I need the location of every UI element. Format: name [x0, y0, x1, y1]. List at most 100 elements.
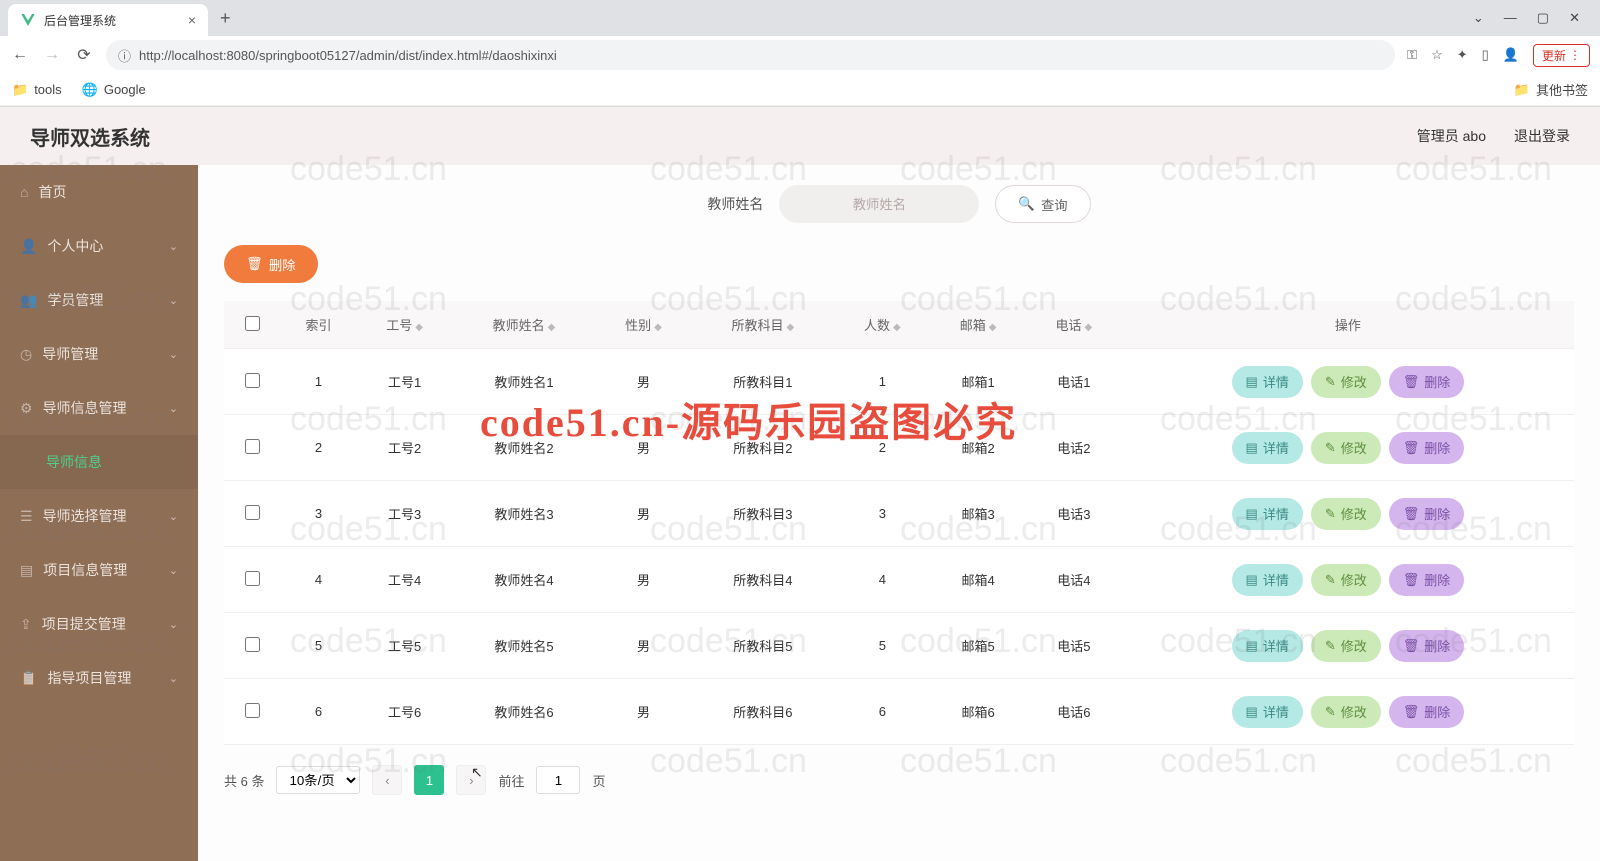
page-1-button[interactable]: 1 — [414, 765, 444, 795]
reader-icon[interactable]: ▯ — [1482, 47, 1489, 63]
edit-button[interactable]: ✎修改 — [1311, 498, 1381, 530]
close-window-icon[interactable]: ✕ — [1569, 10, 1580, 26]
sort-icon: ◆ — [548, 322, 556, 333]
sidebar-item-个人中心[interactable]: 👤个人中心⌄ — [0, 219, 198, 273]
logout-link[interactable]: 退出登录 — [1514, 126, 1570, 146]
col-header[interactable]: 电话◆ — [1026, 301, 1122, 349]
cell-idx: 3 — [280, 481, 356, 547]
prev-page-button[interactable]: ‹ — [372, 765, 402, 795]
star-icon[interactable]: ☆ — [1431, 47, 1443, 63]
browser-tab[interactable]: 后台管理系统 × — [8, 4, 208, 36]
search-input[interactable] — [779, 185, 979, 223]
maximize-icon[interactable]: ▢ — [1537, 10, 1549, 26]
forward-button[interactable]: → — [42, 46, 62, 64]
address-bar: ← → ⟳ ⓘ http://localhost:8080/springboot… — [0, 36, 1600, 74]
tab-title: 后台管理系统 — [44, 12, 180, 29]
next-page-button[interactable]: › — [456, 765, 486, 795]
cell-subject: 所教科目5 — [691, 613, 834, 679]
sidebar-item-导师管理[interactable]: ◷导师管理⌄ — [0, 327, 198, 381]
sidebar-item-首页[interactable]: ⌂首页 — [0, 165, 198, 219]
row-checkbox[interactable] — [245, 637, 260, 652]
query-button[interactable]: 🔍 查询 — [995, 185, 1090, 223]
cell-subject: 所教科目3 — [691, 481, 834, 547]
new-tab-button[interactable]: + — [220, 8, 231, 29]
row-checkbox[interactable] — [245, 505, 260, 520]
col-header[interactable]: 工号◆ — [357, 301, 453, 349]
detail-button[interactable]: ▤详情 — [1232, 630, 1303, 662]
col-header[interactable]: 性别◆ — [596, 301, 692, 349]
sidebar-item-导师信息[interactable]: 导师信息 — [0, 435, 198, 489]
clipboard-icon: 📋 — [20, 670, 37, 687]
sort-icon: ◆ — [1085, 322, 1093, 333]
col-header[interactable]: 邮箱◆ — [930, 301, 1026, 349]
row-checkbox[interactable] — [245, 703, 260, 718]
chevron-down-icon: ⌄ — [169, 240, 178, 253]
edit-button[interactable]: ✎修改 — [1311, 432, 1381, 464]
cell-gender: 男 — [596, 481, 692, 547]
cell-count: 4 — [834, 547, 930, 613]
back-button[interactable]: ← — [10, 46, 30, 64]
detail-button[interactable]: ▤详情 — [1232, 696, 1303, 728]
close-icon[interactable]: × — [188, 12, 196, 28]
trash-icon: 🗑 — [1403, 572, 1420, 588]
detail-button[interactable]: ▤详情 — [1232, 564, 1303, 596]
reload-button[interactable]: ⟳ — [74, 45, 94, 65]
row-delete-button[interactable]: 🗑删除 — [1389, 432, 1465, 464]
col-header[interactable]: 所教科目◆ — [691, 301, 834, 349]
row-delete-button[interactable]: 🗑删除 — [1389, 696, 1465, 728]
update-button[interactable]: 更新⋮ — [1533, 44, 1590, 67]
row-checkbox[interactable] — [245, 373, 260, 388]
users-icon: 👥 — [20, 292, 37, 309]
edit-button[interactable]: ✎修改 — [1311, 696, 1381, 728]
sidebar-item-导师信息管理[interactable]: ⚙导师信息管理⌄ — [0, 381, 198, 435]
pencil-icon: ✎ — [1325, 440, 1336, 456]
bulk-delete-button[interactable]: 🗑 删除 — [224, 245, 318, 283]
edit-button[interactable]: ✎修改 — [1311, 564, 1381, 596]
row-delete-button[interactable]: 🗑删除 — [1389, 498, 1465, 530]
puzzle-icon[interactable]: ✦ — [1457, 47, 1468, 63]
edit-button[interactable]: ✎修改 — [1311, 630, 1381, 662]
user-label[interactable]: 管理员 abo — [1417, 126, 1486, 146]
sidebar: ⌂首页👤个人中心⌄👥学员管理⌄◷导师管理⌄⚙导师信息管理⌄导师信息☰导师选择管理… — [0, 165, 198, 861]
pencil-icon: ✎ — [1325, 572, 1336, 588]
row-checkbox[interactable] — [245, 571, 260, 586]
detail-button[interactable]: ▤详情 — [1232, 432, 1303, 464]
doc-icon: ▤ — [1246, 374, 1258, 390]
col-header[interactable]: 教师姓名◆ — [452, 301, 595, 349]
data-table: 索引工号◆教师姓名◆性别◆所教科目◆人数◆邮箱◆电话◆操作 1工号1教师姓名1男… — [224, 301, 1574, 745]
bookmark-other[interactable]: 📁 其他书签 — [1514, 80, 1588, 99]
chevron-down-icon[interactable]: ⌄ — [1473, 10, 1484, 26]
bookmark-google[interactable]: 🌐 Google — [82, 82, 146, 98]
cell-idx: 6 — [280, 679, 356, 745]
chevron-down-icon: ⌄ — [169, 294, 178, 307]
sidebar-item-导师选择管理[interactable]: ☰导师选择管理⌄ — [0, 489, 198, 543]
edit-button[interactable]: ✎修改 — [1311, 366, 1381, 398]
goto-input[interactable] — [536, 766, 580, 794]
profile-icon[interactable]: 👤 — [1503, 47, 1519, 63]
sidebar-item-学员管理[interactable]: 👥学员管理⌄ — [0, 273, 198, 327]
cell-phone: 电话2 — [1026, 415, 1122, 481]
pagination: 共 6 条 10条/页 ‹ 1 › 前往 页 — [224, 765, 1574, 795]
col-header[interactable]: 人数◆ — [834, 301, 930, 349]
sidebar-item-项目信息管理[interactable]: ▤项目信息管理⌄ — [0, 543, 198, 597]
row-delete-button[interactable]: 🗑删除 — [1389, 366, 1465, 398]
detail-button[interactable]: ▤详情 — [1232, 498, 1303, 530]
url-input[interactable]: ⓘ http://localhost:8080/springboot05127/… — [106, 40, 1395, 70]
key-icon[interactable]: ⚿ — [1407, 47, 1417, 63]
select-all-checkbox[interactable] — [245, 316, 260, 331]
doc-icon: ▤ — [1246, 704, 1258, 720]
sort-icon: ◆ — [989, 322, 997, 333]
cell-email: 邮箱3 — [930, 481, 1026, 547]
doc-icon: ▤ — [1246, 440, 1258, 456]
row-delete-button[interactable]: 🗑删除 — [1389, 564, 1465, 596]
detail-button[interactable]: ▤详情 — [1232, 366, 1303, 398]
minimize-icon[interactable]: — — [1504, 10, 1517, 26]
sidebar-item-项目提交管理[interactable]: ⇪项目提交管理⌄ — [0, 597, 198, 651]
col-header[interactable]: 索引 — [280, 301, 356, 349]
bookmark-tools[interactable]: 📁 tools — [12, 82, 62, 98]
page-size-select[interactable]: 10条/页 — [276, 766, 360, 794]
row-delete-button[interactable]: 🗑删除 — [1389, 630, 1465, 662]
cell-subject: 所教科目4 — [691, 547, 834, 613]
row-checkbox[interactable] — [245, 439, 260, 454]
sidebar-item-指导项目管理[interactable]: 📋指导项目管理⌄ — [0, 651, 198, 705]
